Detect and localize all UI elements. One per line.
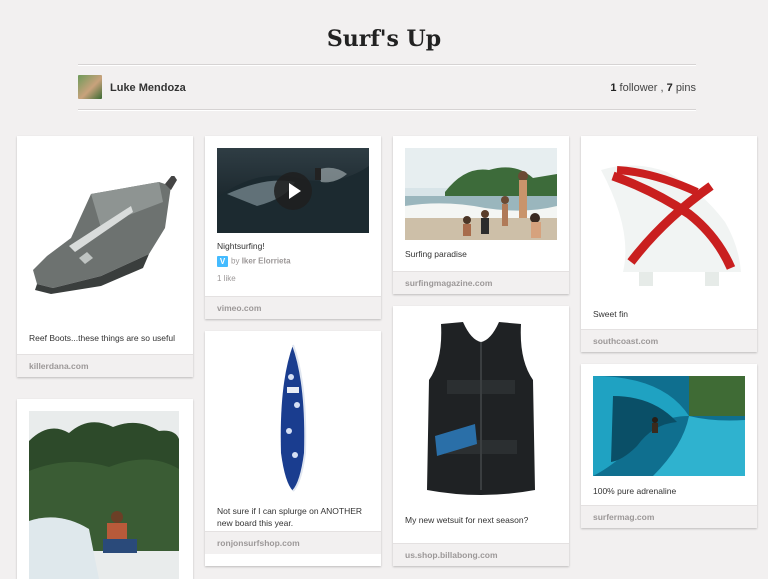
- wetsuit-vest-image[interactable]: [417, 320, 545, 500]
- pin-caption: Reef Boots...these things are so useful: [29, 333, 176, 343]
- pin-caption: Nightsurfing!: [217, 241, 265, 251]
- pin-card-surfing-paradise[interactable]: Surfing paradise surfingmagazine.com: [393, 136, 569, 294]
- owner-avatar[interactable]: [78, 75, 102, 99]
- pin-source-link[interactable]: vimeo.com: [205, 296, 381, 319]
- surf-fin-image[interactable]: [593, 150, 745, 290]
- pin-card-sweet-fin[interactable]: Sweet fin southcoast.com: [581, 136, 757, 352]
- barrel-wave-image[interactable]: [593, 376, 745, 476]
- pin-source-link[interactable]: surfingmagazine.com: [393, 271, 569, 294]
- pin-card-barrel-wave[interactable]: 100% pure adrenaline surfermag.com: [581, 364, 757, 528]
- pin-caption: Sweet fin: [593, 309, 628, 319]
- pins-label[interactable]: pins: [676, 82, 696, 94]
- pin-caption: Not sure if I can splurge on ANOTHER new…: [217, 506, 363, 528]
- pin-caption: My new wetsuit for next season?: [405, 515, 529, 525]
- header-divider-top: [78, 64, 696, 66]
- pin-likes[interactable]: 1 like: [217, 274, 236, 283]
- pin-caption: 100% pure adrenaline: [593, 486, 677, 496]
- board-title: Surf's Up: [326, 26, 442, 52]
- surfing-paradise-image[interactable]: [405, 148, 557, 240]
- followers-label[interactable]: follower ,: [620, 82, 664, 94]
- followers-count[interactable]: 1: [610, 82, 616, 94]
- pin-card-wetsuit[interactable]: My new wetsuit for next season? us.shop.…: [393, 306, 569, 566]
- pin-caption: Surfing paradise: [405, 249, 467, 259]
- via-label: by: [231, 256, 240, 266]
- pin-card-reef-boots[interactable]: Reef Boots...these things are so useful …: [17, 136, 193, 377]
- pin-card-nightsurfing[interactable]: Nightsurfing! Vby Iker Elorrieta 1 like …: [205, 136, 381, 319]
- play-icon[interactable]: [274, 172, 312, 210]
- pin-card-jungle-surfer[interactable]: [17, 399, 193, 579]
- board-stats: 1 follower , 7 pins: [610, 82, 696, 94]
- header-divider-bottom: [78, 109, 696, 111]
- jungle-surfer-image[interactable]: [29, 411, 179, 579]
- pins-count[interactable]: 7: [667, 82, 673, 94]
- reef-boot-image[interactable]: [31, 176, 181, 296]
- via-author[interactable]: Iker Elorrieta: [242, 257, 291, 266]
- pin-source-link[interactable]: us.shop.billabong.com: [393, 543, 569, 566]
- owner-name[interactable]: Luke Mendoza: [110, 82, 186, 94]
- pin-via: Vby Iker Elorrieta: [217, 256, 291, 267]
- vimeo-logo-icon: V: [217, 256, 228, 267]
- pin-source-link[interactable]: ronjonsurfshop.com: [205, 531, 381, 554]
- pin-card-surfboard[interactable]: Not sure if I can splurge on ANOTHER new…: [205, 331, 381, 566]
- surfboard-image[interactable]: [267, 343, 319, 493]
- pin-source-link[interactable]: surfermag.com: [581, 505, 757, 528]
- pin-source-link[interactable]: southcoast.com: [581, 329, 757, 352]
- pin-source-link[interactable]: killerdana.com: [17, 354, 193, 377]
